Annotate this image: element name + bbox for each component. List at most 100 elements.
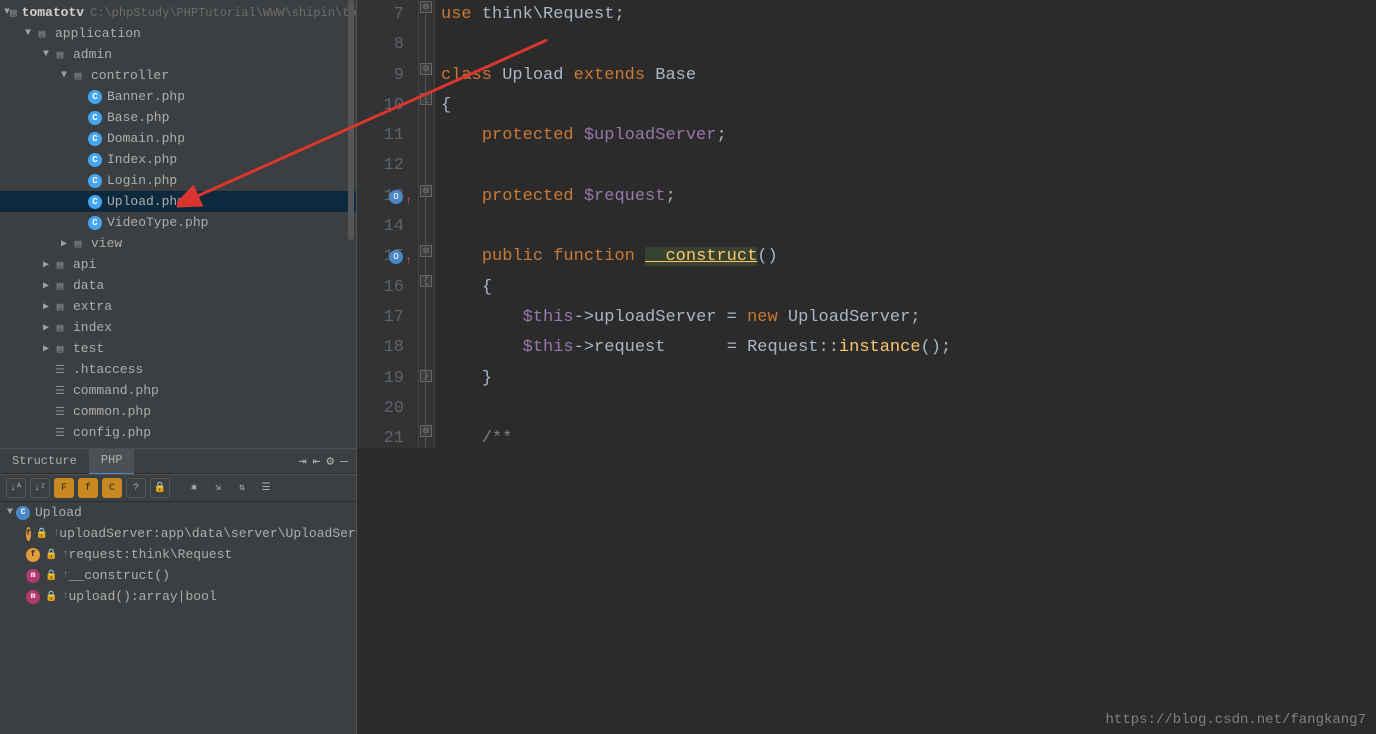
sort-az-icon[interactable]: ↓ᴬ: [6, 478, 26, 498]
lock-icon: 🔒: [45, 570, 57, 582]
tree-item-label: Login.php: [107, 173, 177, 188]
structure-member[interactable]: m🔒↑ __construct(): [0, 565, 356, 586]
tree-item-label: config.php: [73, 425, 151, 440]
folder-icon: ▤: [70, 68, 86, 84]
folder-icon: ▤: [52, 257, 68, 273]
folder-icon: ▤: [52, 299, 68, 315]
structure-member-label: __construct(): [68, 568, 169, 583]
inherit-icon[interactable]: ⇲: [208, 478, 228, 498]
tree-item[interactable]: CBanner.php: [0, 86, 356, 107]
structure-member[interactable]: f🔒↑ request:think\Request: [0, 544, 356, 565]
tree-item-label: .htaccess: [73, 362, 143, 377]
structure-member-label: request:think\Request: [68, 547, 232, 562]
tree-item[interactable]: C Index.php: [0, 149, 356, 170]
gear-icon[interactable]: ⚙: [326, 454, 334, 469]
method-icon: m: [26, 590, 40, 604]
tree-item[interactable]: ▼▤controller: [0, 65, 356, 86]
tree-item-label: application: [55, 26, 141, 41]
structure-class[interactable]: ▼ C Upload: [0, 502, 356, 523]
tree-item[interactable]: ▶▤ api: [0, 254, 356, 275]
folder-icon: ▤: [34, 26, 50, 42]
folder-icon: ▤: [52, 47, 68, 63]
tree-item[interactable]: CLogin.php: [0, 170, 356, 191]
expand-icon[interactable]: ⇤: [313, 454, 321, 469]
class-icon: C: [16, 506, 30, 520]
structure-class-label: Upload: [35, 505, 82, 520]
tree-arrow-icon: ▶: [40, 280, 52, 292]
folder-icon: ▤: [70, 236, 86, 252]
tree-item-label: common.php: [73, 404, 151, 419]
tree-item-label: Base.php: [107, 110, 169, 125]
file-icon: ☰: [52, 404, 68, 420]
tree-item[interactable]: ☰ config.php: [0, 422, 356, 443]
folder-icon: ▤: [10, 5, 17, 21]
tree-item[interactable]: ☰command.php: [0, 380, 356, 401]
tree-item-label: test: [73, 341, 104, 356]
tree-item[interactable]: ▶▤ extra: [0, 296, 356, 317]
tree-arrow-icon: ▼: [22, 28, 34, 39]
php-file-icon: C: [88, 195, 102, 209]
tree-item[interactable]: ▼▤admin: [0, 44, 356, 65]
filter-t-icon[interactable]: ?: [126, 478, 146, 498]
field-icon: f: [26, 527, 31, 541]
lock-icon: 🔒: [45, 549, 57, 561]
tree-item[interactable]: C Base.php: [0, 107, 356, 128]
sort-za-icon[interactable]: ↓ᶻ: [30, 478, 50, 498]
tree-arrow-icon: ▼: [40, 49, 52, 60]
php-file-icon: C: [88, 132, 102, 146]
structure-toolbar: ↓ᴬ ↓ᶻ F f C ? 🔒 ✱ ⇲ ⇅ ☰: [0, 474, 356, 502]
tree-item-label: api: [73, 257, 96, 272]
collapse-icon[interactable]: ⇥: [299, 454, 307, 469]
php-file-icon: C: [88, 153, 102, 167]
lock-icon: 🔒: [36, 528, 48, 540]
tree-arrow-icon: ▼: [58, 70, 70, 81]
tree-arrow-icon: ▶: [40, 259, 52, 271]
field-icon: f: [26, 548, 40, 562]
tree-item-label: VideoType.php: [107, 215, 208, 230]
tree-root-label: tomatotv: [22, 5, 84, 20]
minimize-icon[interactable]: —: [340, 454, 348, 469]
tree-item[interactable]: ▶▤ data: [0, 275, 356, 296]
method-icon: m: [26, 569, 40, 583]
tree-item-label: extra: [73, 299, 112, 314]
tree-item-label: Index.php: [107, 152, 177, 167]
tree-arrow-icon: ▶: [40, 322, 52, 334]
structure-member[interactable]: f🔒↑ uploadServer:app\data\server\UploadS…: [0, 523, 356, 544]
filter-f-icon[interactable]: F: [54, 478, 74, 498]
tab-structure[interactable]: Structure: [0, 449, 89, 474]
tree-arrow-icon: ▶: [40, 343, 52, 355]
file-icon: ☰: [52, 383, 68, 399]
tree-item[interactable]: ☰ .htaccess: [0, 359, 356, 380]
filter-c-icon[interactable]: C: [102, 478, 122, 498]
tree-item[interactable]: ▶▤test: [0, 338, 356, 359]
tree-arrow-icon: ▶: [40, 301, 52, 313]
file-icon: ☰: [52, 425, 68, 441]
folder-icon: ▤: [52, 320, 68, 336]
tree-scrollbar[interactable]: [348, 0, 354, 240]
tree-item[interactable]: ☰ common.php: [0, 401, 356, 422]
tab-php[interactable]: PHP: [89, 448, 135, 475]
project-tree: ▼ ▤ tomatotv C:\phpStudy\PHPTutorial\WWW…: [0, 0, 356, 448]
filter-f2-icon[interactable]: f: [78, 478, 98, 498]
tree-icon[interactable]: ☰: [256, 478, 276, 498]
sort-icon[interactable]: ⇅: [232, 478, 252, 498]
tree-item[interactable]: ▶▤index: [0, 317, 356, 338]
tree-item[interactable]: CVideoType.php: [0, 212, 356, 233]
tree-item-label: data: [73, 278, 104, 293]
lock-icon: 🔒: [45, 591, 57, 603]
structure-member[interactable]: m🔒↑ upload():array|bool: [0, 586, 356, 607]
structure-member-label: uploadServer:app\data\server\UploadServe…: [59, 526, 379, 541]
star-icon[interactable]: ✱: [184, 478, 204, 498]
tree-item[interactable]: ▼▤ application: [0, 23, 356, 44]
php-file-icon: C: [88, 111, 102, 125]
tree-item[interactable]: ▶▤view: [0, 233, 356, 254]
tree-item[interactable]: C Domain.php: [0, 128, 356, 149]
tree-item[interactable]: CUpload.php: [0, 191, 356, 212]
file-icon: ☰: [52, 362, 68, 378]
folder-icon: ▤: [52, 278, 68, 294]
tree-root[interactable]: ▼ ▤ tomatotv C:\phpStudy\PHPTutorial\WWW…: [0, 2, 356, 23]
php-file-icon: C: [88, 90, 102, 104]
tree-item-label: Domain.php: [107, 131, 185, 146]
chevron-down-icon: ▼: [4, 507, 16, 518]
filter-lock-icon[interactable]: 🔒: [150, 478, 170, 498]
